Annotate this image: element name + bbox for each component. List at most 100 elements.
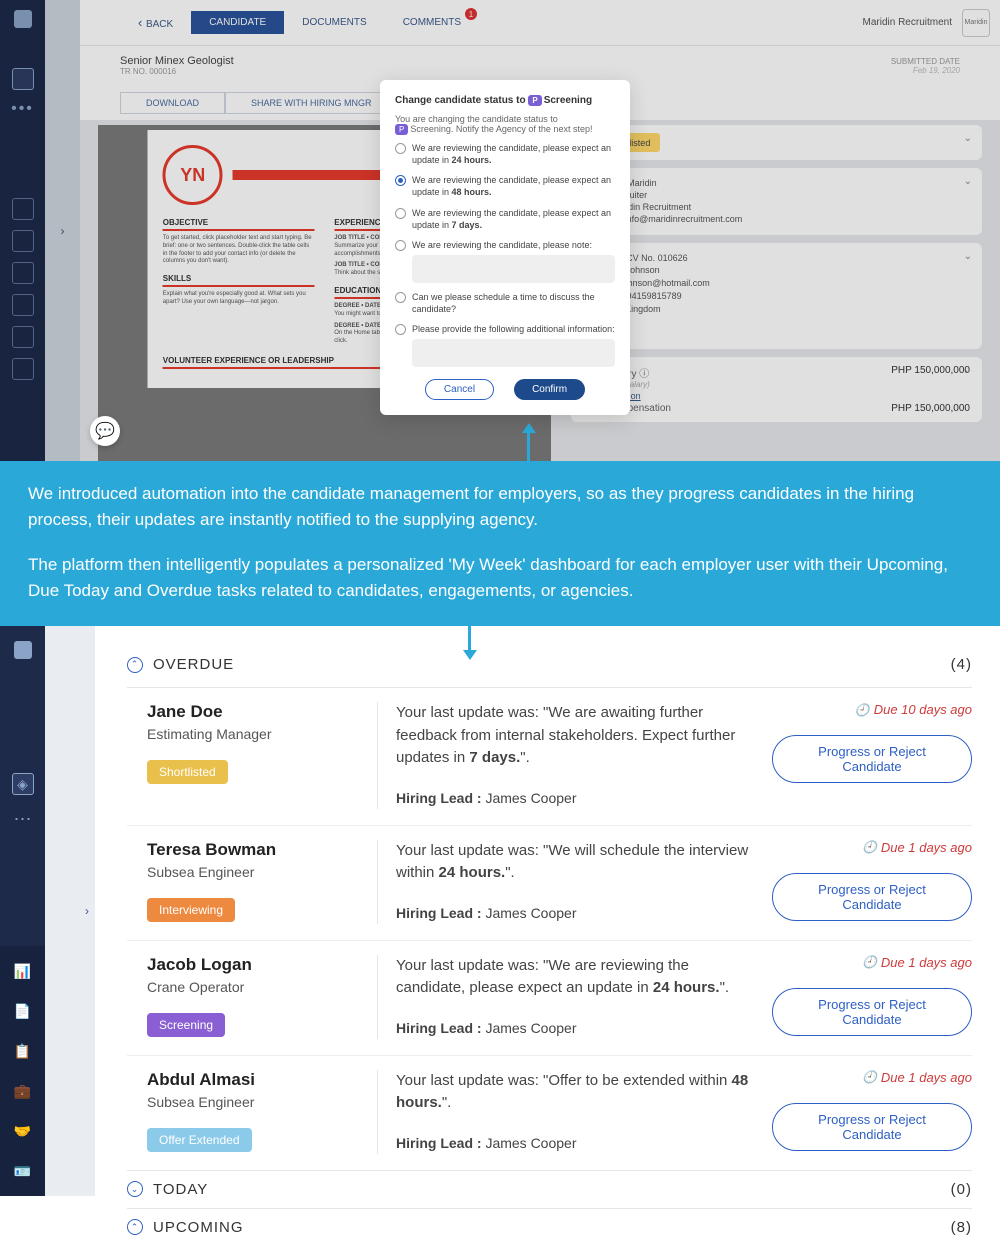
summary-label: Summary [583,329,970,339]
annualized-label: Annualized Salary) [583,380,970,389]
doc-heading-skills: SKILLS [163,274,315,287]
status-card[interactable]: 📋 Shortlisted ⌄ [571,125,982,160]
callout-paragraph-2: The platform then intelligently populate… [28,552,972,605]
candidate-role: Crane Operator [147,979,357,995]
nav-icon-preview[interactable] [12,68,34,90]
nav-icon-handshake[interactable]: 🤝 [12,1120,34,1142]
status-tag: Shortlisted [147,760,228,784]
nav-more-icon[interactable]: ⋯ [14,809,32,830]
progress-reject-button[interactable]: Progress or Reject Candidate [772,873,972,921]
progress-reject-button[interactable]: Progress or Reject Candidate [772,988,972,1036]
doc-heading-objective: OBJECTIVE [163,218,315,231]
radio-option-info[interactable]: Please provide the following additional … [395,323,615,367]
section-title: UPCOMING [153,1219,244,1236]
nav-icon-dashboard[interactable]: ◈ [12,773,34,795]
logo-icon [14,10,32,28]
modal-subtitle: You are changing the candidate status to… [395,114,615,134]
nav-back[interactable]: BACK [120,9,191,36]
chevron-down-icon: ⌄ [964,365,972,376]
radio-option-24h[interactable]: We are reviewing the candidate, please e… [395,142,615,166]
candidate-name: Jane Doe [147,702,357,722]
candidate-name: Jacob Logan [147,955,357,975]
section-upcoming[interactable]: ⌃ UPCOMING (8) [127,1208,972,1246]
share-button[interactable]: SHARE WITH HIRING MNGR [225,92,398,114]
download-button[interactable]: DOWNLOAD [120,92,225,114]
rail-expand[interactable]: › [45,0,80,461]
radio-option-note[interactable]: We are reviewing the candidate, please n… [395,239,615,283]
radio-icon [395,292,406,303]
radio-icon [395,175,406,186]
nav-icon-6[interactable] [12,358,34,380]
due-label: Due 1 days ago [862,840,972,855]
task-row: Abdul Almasi Subsea Engineer Offer Exten… [127,1056,972,1170]
section-today[interactable]: ⌄ TODAY (0) [127,1170,972,1208]
job-title: Senior Minex Geologist [120,55,234,67]
radio-icon [395,143,406,154]
submitted-date: Feb 19, 2020 [891,66,960,75]
nav-icon-1[interactable] [12,198,34,220]
hiring-lead: Hiring Lead : James Cooper [396,1018,752,1039]
left-nav-rail: ◈ ⋯ 📊 📄 📋 💼 🤝 🪪 [0,626,45,1196]
recruiter-name: Joy Maridin [611,178,743,188]
rail-expand[interactable]: › [45,626,95,1196]
info-callout: We introduced automation into the candid… [0,461,1000,626]
nav-tab-comments[interactable]: COMMENTS [385,11,479,34]
nav-icon-id[interactable]: 🪪 [12,1160,34,1182]
logo-icon [14,641,32,659]
section-count: (4) [951,656,972,673]
radio-option-48h[interactable]: We are reviewing the candidate, please e… [395,174,615,198]
section-count: (0) [951,1181,972,1198]
nav-icon-3[interactable] [12,262,34,284]
callout-paragraph-1: We introduced automation into the candid… [28,481,972,534]
doc-text: To get started, click placeholder text a… [163,235,315,266]
chevron-down-icon: ⌄ [964,251,972,262]
left-nav-rail: ••• [0,0,45,461]
last-update-text: Your last update was: "We are reviewing … [396,955,752,1000]
confirm-button[interactable]: Confirm [514,379,585,400]
status-badge-icon: P [395,124,408,135]
chevron-right-icon: › [85,904,89,918]
note-textarea[interactable] [412,255,615,283]
nav-icon-list[interactable]: 📋 [12,1040,34,1062]
collapse-icon: ⌃ [127,657,143,673]
total-comp-value: PHP 150,000,000 [891,403,970,414]
progress-reject-button[interactable]: Progress or Reject Candidate [772,735,972,783]
nav-tab-candidate[interactable]: CANDIDATE [191,11,284,34]
nav-icon-5[interactable] [12,326,34,348]
radio-option-7d[interactable]: We are reviewing the candidate, please e… [395,207,615,231]
info-textarea[interactable] [412,339,615,367]
chat-icon[interactable]: 💬 [90,416,120,446]
hiring-lead: Hiring Lead : James Cooper [396,903,752,924]
progress-reject-button[interactable]: Progress or Reject Candidate [772,1103,972,1151]
connector-arrow-icon [527,431,530,461]
tr-number: TR NO. 000016 [120,67,234,76]
connector-arrow-icon [468,624,471,652]
cancel-button[interactable]: Cancel [425,379,494,400]
task-row: Jacob Logan Crane Operator Screening You… [127,941,972,1056]
nav-icon-4[interactable] [12,294,34,316]
nav-tab-documents[interactable]: DOCUMENTS [284,11,384,34]
recruiter-company: Maridin Recruitment [611,202,743,212]
radio-option-schedule[interactable]: Can we please schedule a time to discuss… [395,291,615,315]
recruiter-card[interactable]: ⌄ Joy Maridin Recruiter Maridin Recruitm… [571,168,982,235]
section-overdue[interactable]: ⌃ OVERDUE (4) [127,646,972,683]
nav-more-icon[interactable]: ••• [11,100,34,118]
last-update-text: Your last update was: "We will schedule … [396,840,752,885]
agency-logo-icon: Maridin [962,9,990,37]
nav-icon-doc[interactable]: 📄 [12,1000,34,1022]
modal-title: Change candidate status to PScreening [395,95,615,106]
section-title: OVERDUE [153,656,234,673]
status-tag: Screening [147,1013,225,1037]
nav-icon-analytics[interactable]: 📊 [12,960,34,982]
nav-icon-briefcase[interactable]: 💼 [12,1080,34,1102]
nav-icon-2[interactable] [12,230,34,252]
submitted-label: SUBMITTED DATE [891,57,960,66]
last-update-text: Your last update was: "Offer to be exten… [396,1070,752,1115]
chevron-down-icon: ⌄ [964,133,972,144]
avatar-initials: YN [163,145,223,205]
salary-card[interactable]: ⌄ Base Salary ⓘ PHP 150,000,000 Annualiz… [571,357,982,422]
candidate-card[interactable]: ⌄ Candidate CV No. 010626 👤James Johnson… [571,243,982,349]
section-count: (8) [951,1219,972,1236]
recruiter-role: Recruiter [611,190,743,200]
due-label: Due 10 days ago [855,702,972,717]
